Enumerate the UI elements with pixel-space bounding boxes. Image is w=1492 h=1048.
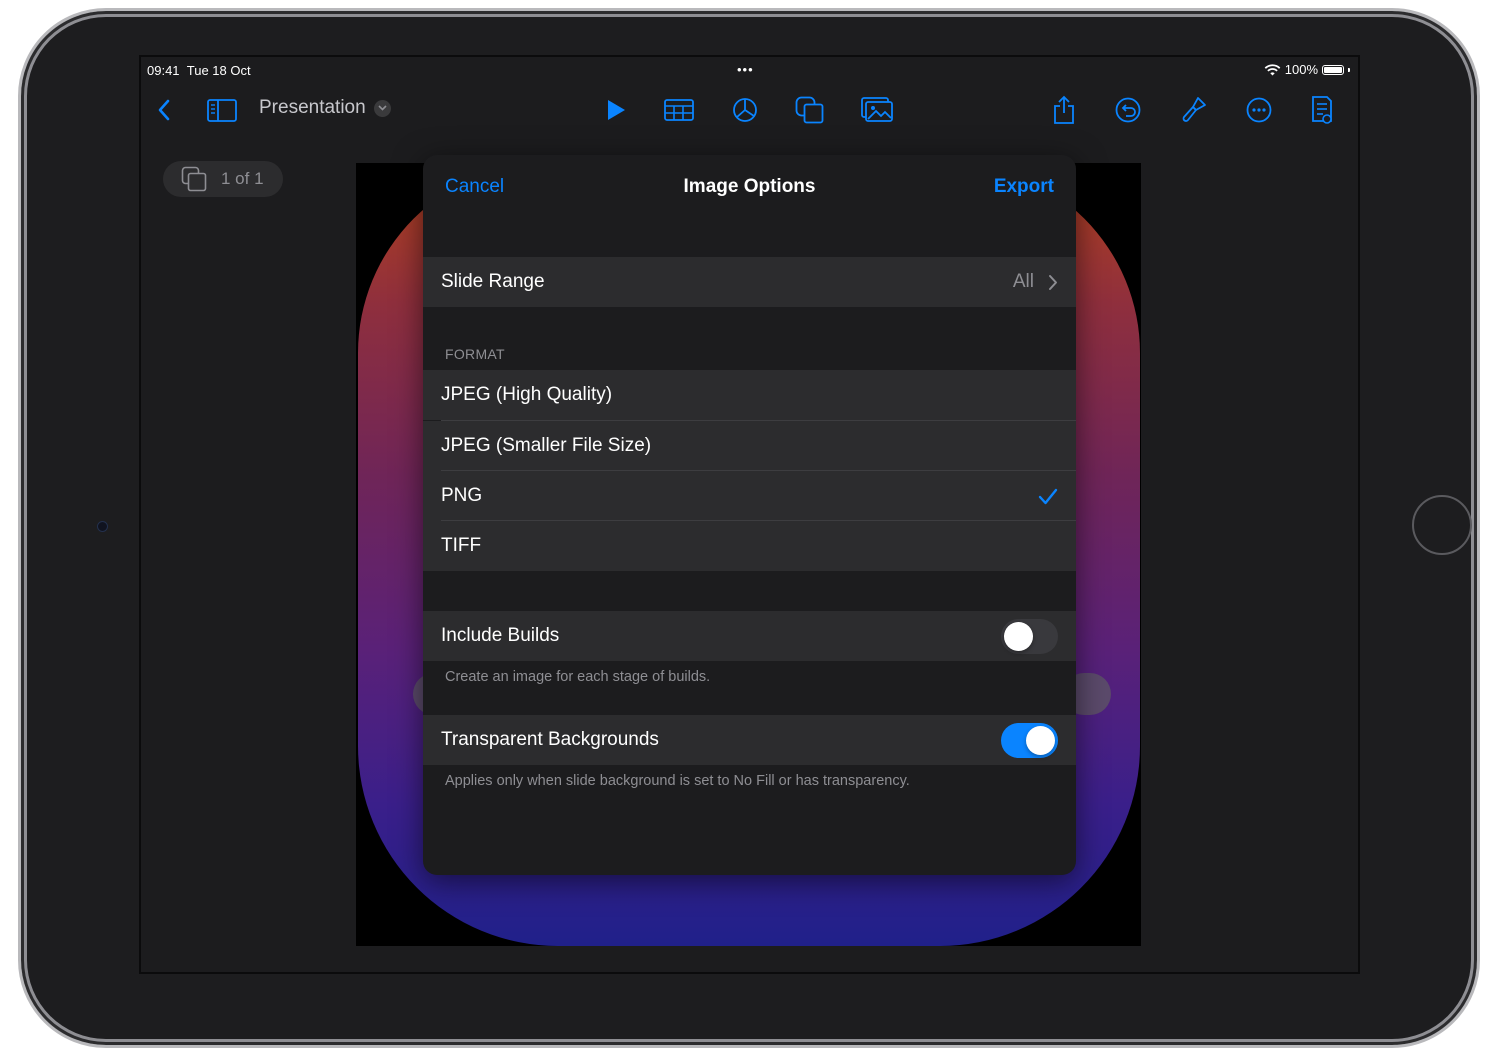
home-button[interactable] [1412,495,1472,555]
more-button[interactable] [1244,87,1274,133]
status-clock: 09:41 [147,63,180,78]
share-button[interactable] [1049,87,1079,133]
include-builds-toggle[interactable] [1001,618,1058,654]
slide-range-value: All [1012,271,1034,292]
insert-media-button[interactable] [859,87,895,133]
photo-icon [861,97,893,122]
back-button[interactable] [149,87,179,133]
toggle-knob [1026,725,1055,755]
transparent-backgrounds-footnote: Applies only when slide background is se… [445,773,910,789]
battery-tip [1348,67,1350,72]
shapes-icon [795,96,824,124]
wifi-icon [1264,63,1281,75]
slides-icon [181,166,207,192]
document-title-menu[interactable]: Presentation [259,97,391,119]
insert-chart-button[interactable] [729,87,761,133]
slide-range-label: Slide Range [441,271,545,292]
format-option-jpeg-small[interactable]: JPEG (Smaller File Size) [423,421,1076,471]
sidebar-icon [207,98,237,122]
paintbrush-icon [1182,97,1206,122]
format-option-jpeg-high[interactable]: JPEG (High Quality) [423,370,1076,420]
battery-percent: 100% [1284,62,1318,77]
include-builds-footnote: Create an image for each stage of builds… [445,669,711,685]
include-builds-row: Include Builds [423,611,1076,661]
export-button[interactable]: Export [994,176,1054,198]
ellipsis-circle-icon [1246,97,1272,123]
format-option-label: PNG [441,485,483,506]
document-icon [1312,96,1332,124]
chevron-down-icon [373,99,391,117]
dialog-title: Image Options [683,176,816,197]
format-option-label: TIFF [441,535,482,556]
transparent-backgrounds-label: Transparent Backgrounds [441,729,659,750]
toolbar: Presentation [141,87,1358,133]
format-option-png[interactable]: PNG [423,471,1076,521]
share-icon [1054,95,1074,124]
sidebar-toggle-button[interactable] [205,87,239,133]
format-button[interactable] [1179,87,1209,133]
dialog-header: Cancel Image Options Export [423,155,1076,219]
checkmark-icon [1038,488,1058,504]
play-button[interactable] [601,87,631,133]
chevron-left-icon [158,99,170,121]
front-camera [97,521,108,532]
chart-icon [733,98,757,122]
screen: 09:41 Tue 18 Oct ••• 100% Presentation 1… [139,55,1360,974]
slide-navigator-button[interactable]: 1 of 1 [163,161,283,197]
multitasking-dots[interactable]: ••• [737,62,754,77]
transparent-backgrounds-toggle[interactable] [1001,722,1058,758]
document-title: Presentation [259,97,366,118]
insert-table-button[interactable] [662,87,696,133]
status-bar: 09:41 Tue 18 Oct ••• 100% [141,57,1358,83]
chevron-right-icon [1049,274,1057,290]
document-setup-button[interactable] [1307,87,1337,133]
undo-icon [1115,97,1141,123]
slide-range-row[interactable]: Slide Range All [423,257,1076,307]
battery-icon [1322,64,1344,75]
status-time: 09:41 Tue 18 Oct [147,63,251,78]
table-icon [664,99,694,121]
transparent-backgrounds-row: Transparent Backgrounds [423,715,1076,765]
play-icon [608,100,625,120]
status-right: 100% [1264,62,1350,77]
image-options-dialog: Cancel Image Options Export Slide Range … [423,155,1076,875]
format-option-tiff[interactable]: TIFF [423,521,1076,571]
format-option-label: JPEG (High Quality) [441,384,613,405]
insert-shape-button[interactable] [793,87,827,133]
slide-counter-label: 1 of 1 [221,169,264,188]
undo-button[interactable] [1113,87,1143,133]
toggle-knob [1004,621,1033,651]
status-date: Tue 18 Oct [186,63,251,78]
format-option-label: JPEG (Smaller File Size) [441,435,652,456]
format-section-label: FORMAT [445,346,505,362]
include-builds-label: Include Builds [441,625,560,646]
